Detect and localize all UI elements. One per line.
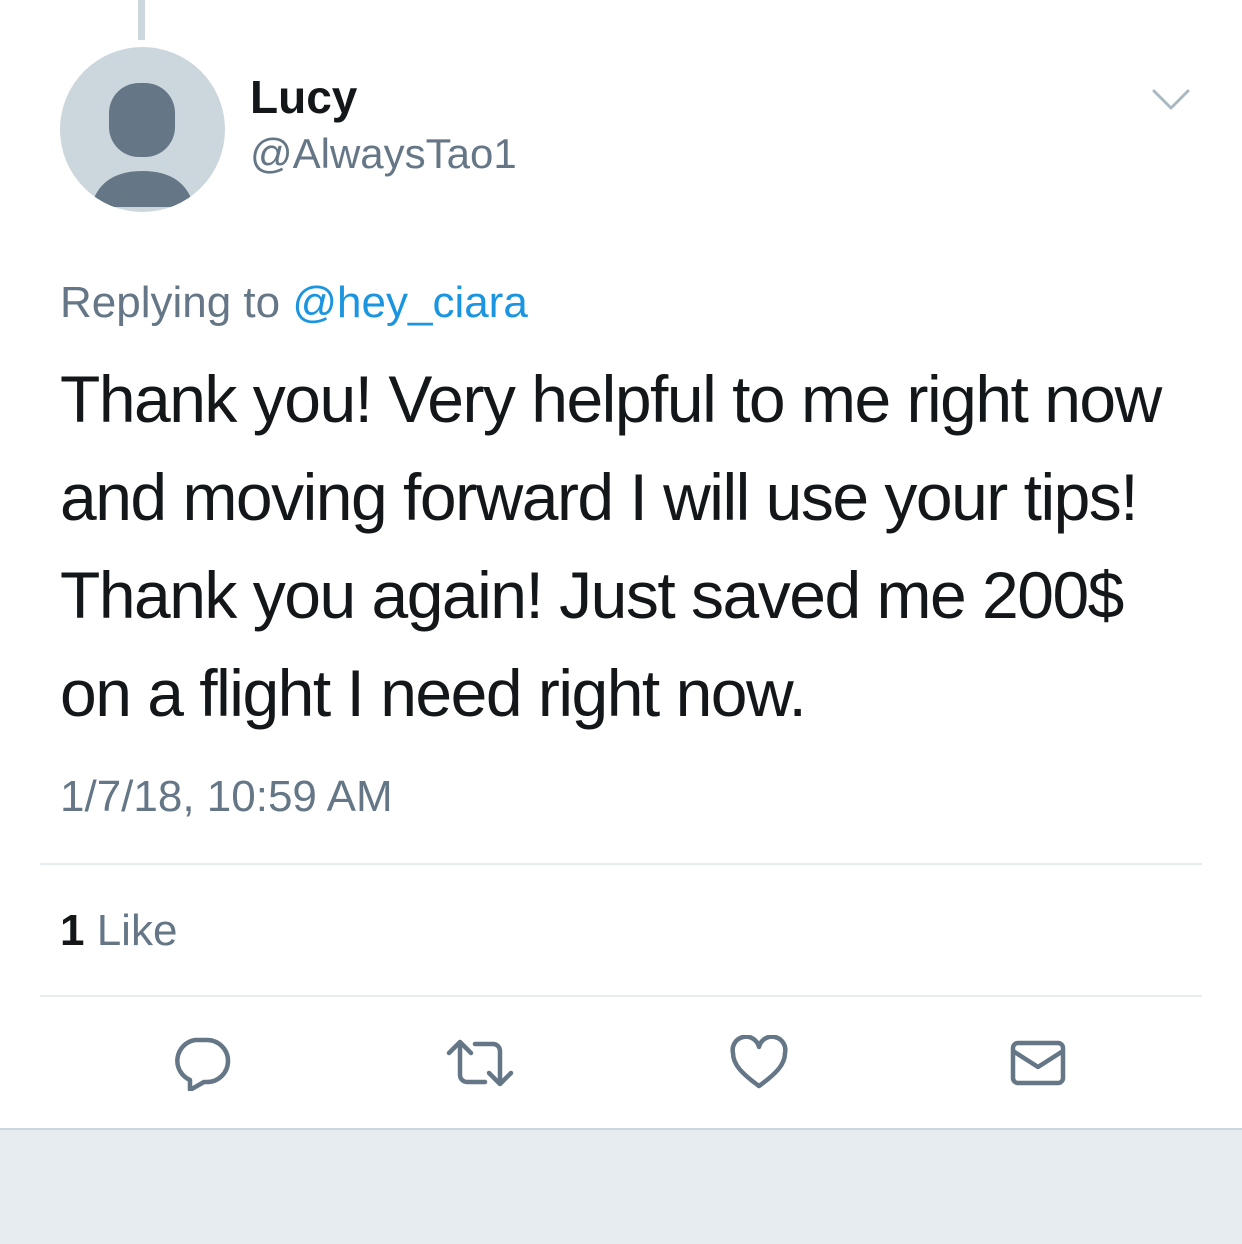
- chevron-down-icon[interactable]: [1150, 85, 1192, 115]
- tweet-text: Thank you! Very helpful to me right now …: [60, 362, 1162, 730]
- tweet-timestamp: 1/7/18, 10:59 AM: [60, 772, 393, 821]
- reply-button[interactable]: [166, 1028, 236, 1098]
- heart-icon: [730, 1035, 788, 1089]
- default-profile-silhouette-icon: [91, 83, 194, 207]
- retweet-icon: [446, 1039, 514, 1087]
- divider: [40, 995, 1202, 997]
- author-display-name[interactable]: Lucy: [250, 70, 357, 124]
- like-count-number: 1: [60, 906, 85, 955]
- thread-connector-line: [138, 0, 145, 40]
- direct-message-button[interactable]: [1003, 1028, 1073, 1098]
- reply-icon: [175, 1037, 231, 1091]
- reply-mention-link[interactable]: @hey_ciara: [292, 278, 527, 327]
- like-count-stat[interactable]: 1 Like: [60, 906, 177, 956]
- replying-to-line: Replying to @hey_ciara: [60, 278, 528, 328]
- like-count-label: Like: [84, 906, 178, 955]
- envelope-icon: [1010, 1040, 1066, 1086]
- footer-background: [0, 1128, 1242, 1244]
- author-handle[interactable]: @AlwaysTao1: [250, 130, 517, 178]
- replying-to-label: Replying to: [60, 278, 293, 327]
- divider: [40, 863, 1202, 865]
- retweet-button[interactable]: [445, 1028, 515, 1098]
- author-avatar[interactable]: [60, 47, 225, 212]
- like-button[interactable]: [724, 1028, 794, 1098]
